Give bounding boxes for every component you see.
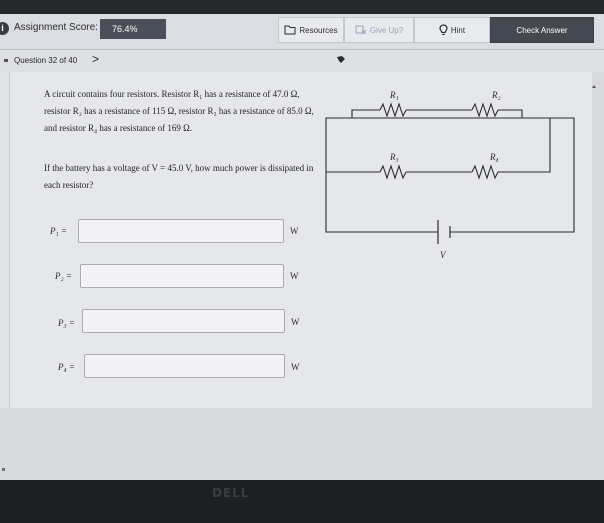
resistor-r1 [379,102,407,118]
p2-unit: W [290,271,299,281]
resistor-r4 [471,164,499,180]
assignment-toolbar: i Assignment Score: 76.4% Resources Give… [0,14,604,50]
p2-label: P₂ = [55,271,72,281]
check-answer-label: Check Answer [516,25,568,35]
resources-label: Resources [299,25,338,35]
r2-label: R₂ [491,90,501,100]
left-sidebar-strip [0,72,10,408]
resistor-r3 [379,164,407,180]
give-up-label: Give Up? [369,25,404,35]
question-number: Question 32 of 40 [14,56,78,65]
p4-input[interactable] [84,354,285,378]
give-up-icon [355,25,367,35]
check-answer-button[interactable]: Check Answer [490,17,594,43]
assignment-score-value: 76.4% [100,19,166,39]
question-nav-bar: Question 32 of 40 > [0,50,604,72]
give-up-button[interactable]: Give Up? [344,17,414,43]
p4-label: P₄ = [58,362,75,372]
problem-statement: A circuit contains four resistors. Resis… [44,89,314,133]
r1-label: R₁ [389,90,399,100]
hint-label: Hint [450,25,466,35]
p1-unit: W [290,226,299,236]
p2-input[interactable] [80,264,284,288]
p3-label: P₃ = [58,318,75,328]
folder-icon [284,25,296,35]
circuit-diagram: R₁ R₂ R₃ R₄ V [325,90,575,260]
scroll-up-icon[interactable] [590,80,598,100]
r3-label: R₃ [389,152,399,162]
problem-question: If the battery has a voltage of V = 45.0… [44,163,314,190]
top-strip [0,0,604,14]
resistor-r2 [471,102,499,118]
info-icon[interactable]: i [0,22,9,35]
resources-button[interactable]: Resources [278,17,344,43]
screen-bezel [0,480,604,523]
battery-label: V [440,250,447,260]
r4-label: R₄ [489,152,499,162]
p1-input[interactable] [78,219,284,243]
p3-unit: W [291,317,300,327]
bezel-marker [2,468,5,471]
nav-marker [4,59,8,62]
next-question-button[interactable]: > [92,52,99,66]
pointer-cursor-icon [337,56,345,63]
dell-logo: DELL [212,486,250,500]
p3-input[interactable] [82,309,285,333]
lightbulb-icon [439,24,448,35]
p1-label: P₁ = [50,226,67,236]
p4-unit: W [291,362,300,372]
assignment-score-label: Assignment Score: [14,22,98,33]
hint-button[interactable]: Hint [414,17,490,43]
